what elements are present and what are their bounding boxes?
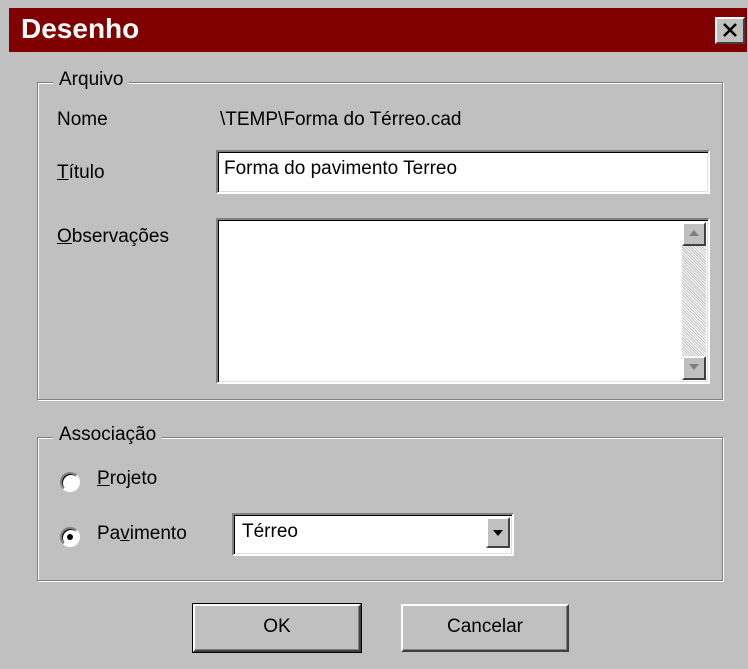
- observacoes-label-rest: bservações: [71, 226, 169, 247]
- observacoes-label: Observações: [57, 226, 169, 248]
- radio-selected-dot: [67, 534, 73, 540]
- titulo-input[interactable]: Forma do pavimento Terreo: [216, 150, 710, 194]
- window-title: Desenho: [21, 13, 140, 44]
- projeto-radio[interactable]: [60, 472, 80, 492]
- pavimento-dropdown-button[interactable]: [486, 517, 510, 548]
- titulo-input-value: Forma do pavimento Terreo: [224, 158, 458, 179]
- scroll-down-button[interactable]: [682, 356, 706, 380]
- projeto-mnemonic: P: [97, 468, 110, 489]
- pavimento-mnemonic: v: [120, 523, 130, 544]
- titulo-label: Título: [57, 162, 105, 184]
- titulo-mnemonic: T: [57, 162, 69, 183]
- observacoes-textarea[interactable]: [216, 218, 710, 384]
- pavimento-label-pre: Pa: [97, 523, 121, 544]
- pavimento-combo-value: Térreo: [242, 521, 298, 542]
- pavimento-label-post: imento: [129, 523, 187, 544]
- projeto-label-rest: rojeto: [109, 468, 158, 489]
- nome-label: Nome: [57, 109, 108, 130]
- pavimento-label[interactable]: Pavimento: [97, 523, 187, 545]
- observacoes-scrollbar[interactable]: [682, 222, 706, 380]
- arrow-up-icon: [689, 230, 699, 236]
- title-bar: Desenho: [9, 8, 747, 52]
- desenho-dialog: Desenho Arquivo Nome \TEMP\Forma do Térr…: [0, 0, 748, 669]
- arrow-down-icon: [689, 364, 699, 370]
- cancel-button[interactable]: Cancelar: [401, 604, 569, 652]
- pavimento-radio[interactable]: [60, 527, 80, 547]
- close-button[interactable]: [715, 17, 745, 44]
- chevron-down-icon: [493, 530, 503, 536]
- projeto-label[interactable]: Projeto: [97, 468, 157, 490]
- associacao-legend: Associação: [53, 424, 163, 446]
- pavimento-combo[interactable]: Térreo: [232, 513, 514, 556]
- arquivo-legend: Arquivo: [53, 69, 130, 91]
- nome-value: \TEMP\Forma do Térreo.cad: [220, 109, 462, 130]
- scroll-up-button[interactable]: [682, 222, 706, 246]
- observacoes-mnemonic: O: [57, 226, 72, 247]
- close-icon: [723, 23, 737, 37]
- titulo-label-rest: ítulo: [68, 162, 105, 183]
- associacao-group: Associação: [37, 424, 723, 581]
- ok-button[interactable]: OK: [192, 603, 362, 653]
